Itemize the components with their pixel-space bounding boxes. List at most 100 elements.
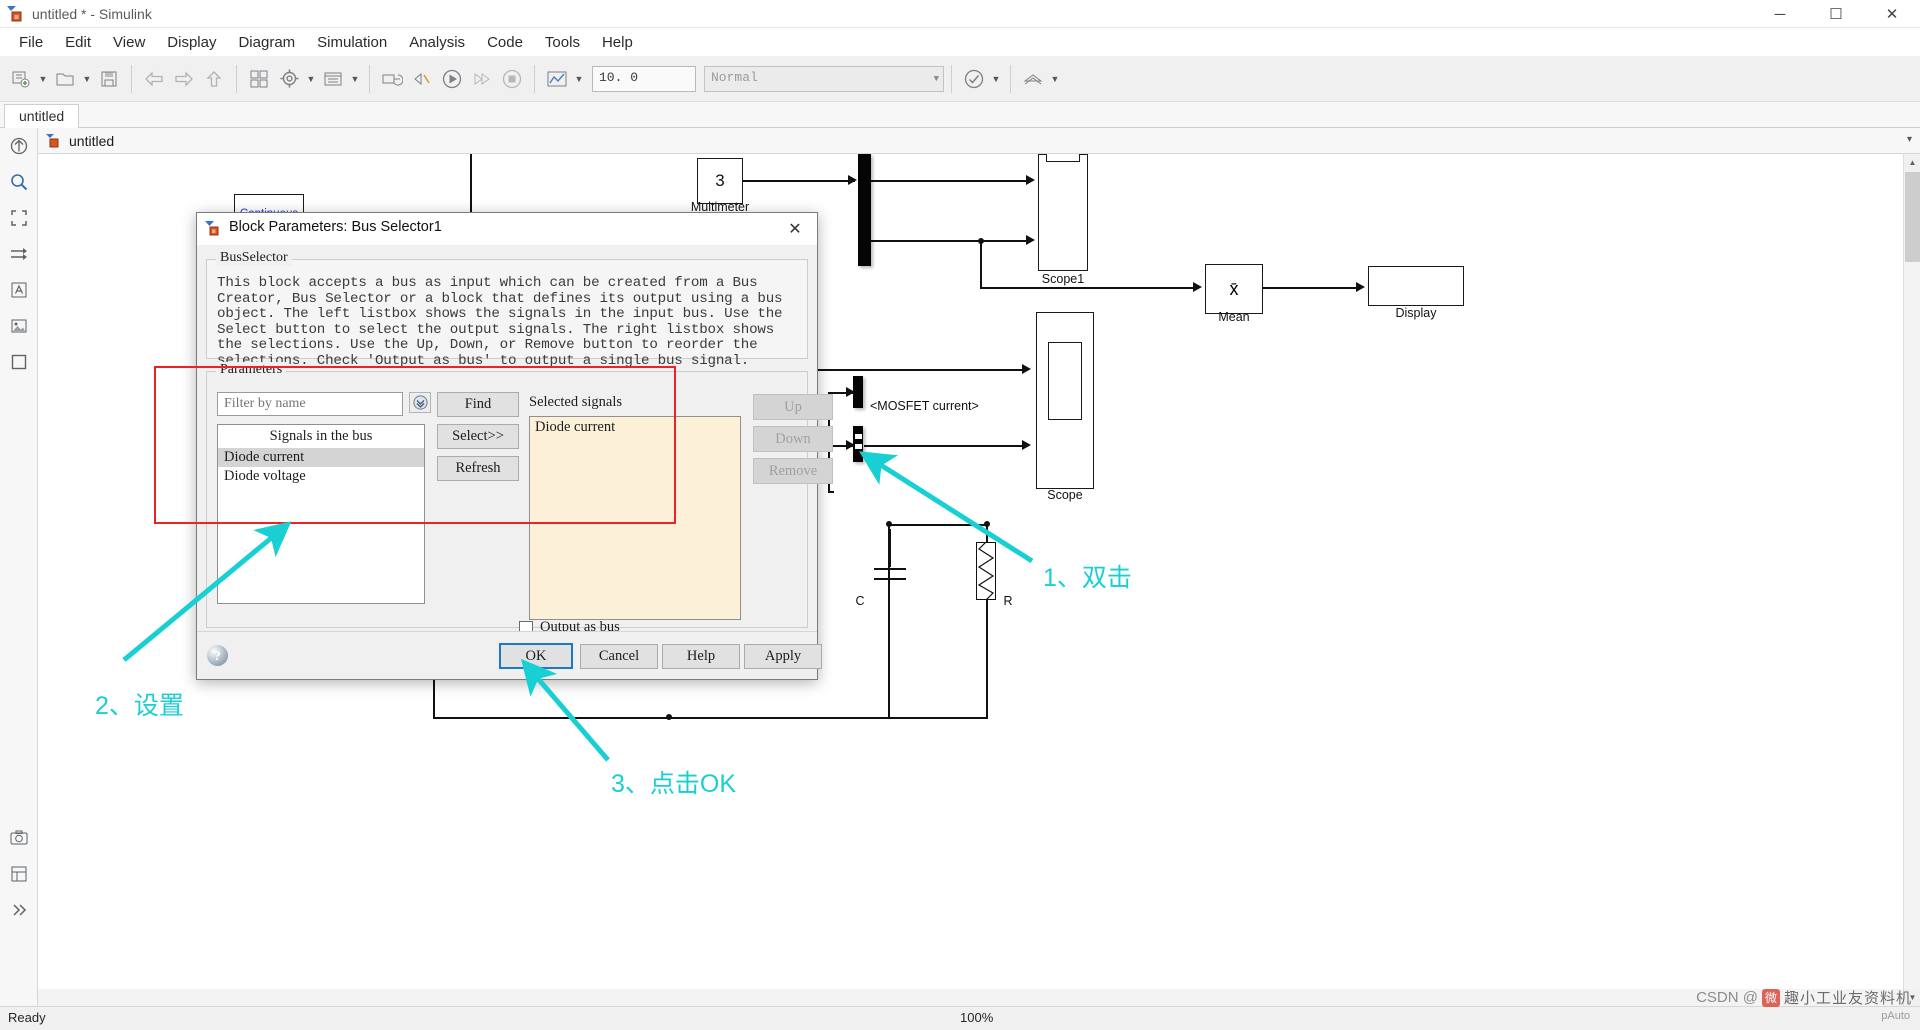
- new-model-dropdown-icon[interactable]: ▼: [36, 64, 50, 94]
- canvas-horizontal-scrollbar[interactable]: [38, 989, 1903, 1006]
- dialog-footer: ? OK Cancel Help Apply: [197, 631, 822, 679]
- block-parameters-dialog[interactable]: Block Parameters: Bus Selector1 ✕ BusSel…: [196, 212, 833, 680]
- perspectives-dropdown-icon[interactable]: ▼: [1048, 64, 1062, 94]
- menu-display[interactable]: Display: [156, 31, 227, 54]
- cancel-button[interactable]: Cancel: [580, 644, 658, 669]
- down-button[interactable]: Down: [753, 426, 833, 452]
- circuit-node-r-top: [984, 521, 990, 527]
- display-block-label: Display: [1395, 306, 1437, 320]
- new-model-icon[interactable]: [6, 64, 36, 94]
- menu-tools[interactable]: Tools: [534, 31, 591, 54]
- add-image-icon[interactable]: [0, 308, 38, 344]
- scroll-up-icon[interactable]: ▲: [1904, 154, 1920, 171]
- apply-button[interactable]: Apply: [744, 644, 822, 669]
- forward-arrow-icon[interactable]: [169, 64, 199, 94]
- simulation-mode-select[interactable]: Normal ▼: [704, 65, 944, 92]
- multimeter-value: 3: [715, 171, 725, 190]
- list-item-diode-voltage[interactable]: Diode voltage: [218, 467, 424, 486]
- arrow-scope1-in2: [1026, 235, 1035, 245]
- bus-creator-block[interactable]: [858, 154, 871, 266]
- filter-options-icon[interactable]: [409, 392, 431, 413]
- selected-item-diode-current[interactable]: Diode current: [535, 419, 735, 436]
- simulation-data-inspector-icon[interactable]: [542, 64, 572, 94]
- model-explorer-icon[interactable]: [318, 64, 348, 94]
- run-simulation-icon[interactable]: [437, 64, 467, 94]
- save-model-icon[interactable]: [94, 64, 124, 94]
- menu-bar: File Edit View Display Diagram Simulatio…: [0, 28, 1920, 56]
- model-icon: [46, 133, 62, 149]
- library-browser-icon[interactable]: [244, 64, 274, 94]
- perspectives-icon[interactable]: [1018, 64, 1048, 94]
- minimize-button[interactable]: ─: [1752, 0, 1808, 28]
- open-model-dropdown-icon[interactable]: ▼: [80, 64, 94, 94]
- wire-bus-to-scope1-b: [871, 240, 1029, 242]
- stop-simulation-icon[interactable]: [497, 64, 527, 94]
- tab-untitled[interactable]: untitled: [4, 104, 80, 128]
- build-model-icon[interactable]: [407, 64, 437, 94]
- update-model-icon[interactable]: [377, 64, 407, 94]
- navigate-up-icon[interactable]: [0, 128, 38, 164]
- scope1-block[interactable]: [1038, 154, 1088, 271]
- circuit-stub-left-v: [433, 679, 435, 719]
- refresh-button[interactable]: Refresh: [437, 456, 519, 481]
- signals-in-bus-listbox[interactable]: Signals in the bus Diode current Diode v…: [217, 424, 425, 604]
- multimeter-block[interactable]: 3: [697, 158, 743, 204]
- step-forward-icon[interactable]: [467, 64, 497, 94]
- sdi-dropdown-icon[interactable]: ▼: [572, 64, 586, 94]
- canvas-vertical-scrollbar[interactable]: ▲ ▼: [1903, 154, 1920, 1006]
- find-button[interactable]: Find: [437, 392, 519, 417]
- fast-restart-icon[interactable]: [959, 64, 989, 94]
- list-item-diode-current[interactable]: Diode current: [218, 448, 424, 467]
- add-annotation-icon[interactable]: [0, 272, 38, 308]
- menu-view[interactable]: View: [102, 31, 156, 54]
- close-window-button[interactable]: ✕: [1864, 0, 1920, 28]
- menu-help[interactable]: Help: [591, 31, 644, 54]
- up-button[interactable]: Up: [753, 394, 833, 420]
- display-block[interactable]: [1368, 266, 1464, 306]
- chevron-down-icon[interactable]: ▾: [1907, 134, 1912, 145]
- camera-snapshot-icon[interactable]: [0, 820, 38, 856]
- resistor-label: R: [1003, 594, 1013, 608]
- maximize-button[interactable]: ☐: [1808, 0, 1864, 28]
- stop-time-input[interactable]: 10. 0: [592, 65, 696, 92]
- vertical-scroll-thumb[interactable]: [1905, 172, 1920, 262]
- menu-diagram[interactable]: Diagram: [227, 31, 306, 54]
- model-config-dropdown-icon[interactable]: ▼: [304, 64, 318, 94]
- selected-signals-listbox[interactable]: Diode current: [529, 416, 741, 620]
- dialog-title: Block Parameters: Bus Selector1: [229, 219, 442, 235]
- property-inspector-icon[interactable]: [0, 856, 38, 892]
- watermark-text: 趣小工业友资料机: [1783, 990, 1912, 1007]
- fast-restart-dropdown-icon[interactable]: ▼: [989, 64, 1003, 94]
- help-icon[interactable]: ?: [207, 645, 228, 666]
- fit-to-view-icon[interactable]: [0, 200, 38, 236]
- dialog-title-bar: Block Parameters: Bus Selector1 ✕: [197, 213, 817, 245]
- add-area-icon[interactable]: [0, 344, 38, 380]
- back-arrow-icon[interactable]: [139, 64, 169, 94]
- help-button[interactable]: Help: [662, 644, 740, 669]
- dialog-close-icon[interactable]: ✕: [773, 213, 817, 244]
- model-configuration-gear-icon[interactable]: [274, 64, 304, 94]
- up-arrow-icon[interactable]: [199, 64, 229, 94]
- menu-analysis[interactable]: Analysis: [398, 31, 476, 54]
- scope1-screen: [1046, 154, 1080, 162]
- menu-edit[interactable]: Edit: [54, 31, 102, 54]
- signal-routing-icon[interactable]: [0, 236, 38, 272]
- mean-block[interactable]: x̄: [1205, 264, 1263, 314]
- ok-button[interactable]: OK: [499, 643, 573, 669]
- busselector-description: This block accepts a bus as input which …: [217, 275, 783, 369]
- expand-rail-icon[interactable]: [0, 892, 38, 928]
- zoom-search-icon[interactable]: [0, 164, 38, 200]
- toolbar-separator-4: [534, 64, 535, 93]
- menu-simulation[interactable]: Simulation: [306, 31, 398, 54]
- menu-code[interactable]: Code: [476, 31, 534, 54]
- open-model-icon[interactable]: [50, 64, 80, 94]
- select-button[interactable]: Select>>: [437, 424, 519, 449]
- remove-button[interactable]: Remove: [753, 458, 833, 484]
- signals-list-header: Signals in the bus: [269, 428, 373, 444]
- circuit-node-c-top: [886, 521, 892, 527]
- menu-file[interactable]: File: [8, 31, 54, 54]
- filter-by-name-input[interactable]: [217, 392, 403, 416]
- breadcrumb-label[interactable]: untitled: [69, 133, 114, 149]
- window-title: untitled * - Simulink: [32, 6, 152, 22]
- model-explorer-dropdown-icon[interactable]: ▼: [348, 64, 362, 94]
